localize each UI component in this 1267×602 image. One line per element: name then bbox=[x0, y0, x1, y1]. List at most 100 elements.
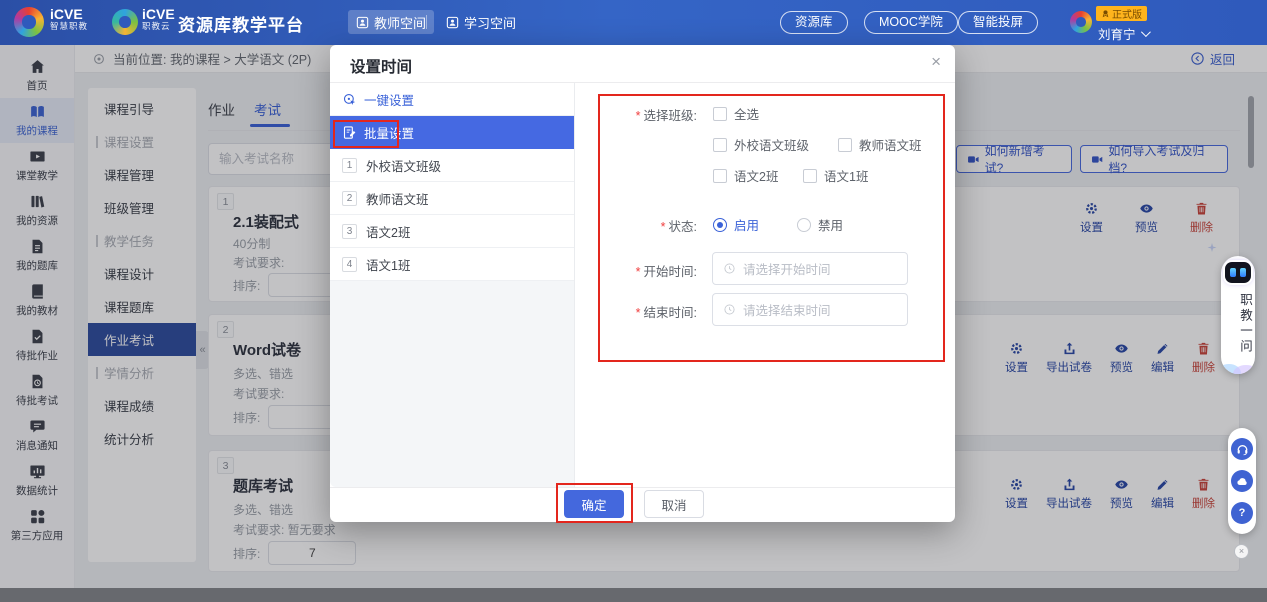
label-text: 结束时间: bbox=[644, 306, 697, 320]
nav-label: 语文2班 bbox=[366, 222, 410, 241]
brand-name: iCVE bbox=[50, 7, 88, 22]
nav-student-space[interactable]: 学习空间 bbox=[438, 10, 524, 34]
end-time-label: *结束时间: bbox=[636, 302, 697, 321]
nav-class-yuwen2[interactable]: 3 语文2班 bbox=[330, 215, 574, 248]
class-number-badge: 4 bbox=[342, 257, 357, 272]
brand-sub: 职教云 bbox=[142, 22, 175, 31]
label-text: 选择班级: bbox=[644, 109, 697, 123]
select-class-label: *选择班级: bbox=[636, 105, 697, 124]
help-question-button[interactable]: ? bbox=[1231, 502, 1253, 524]
zhijiaoyun-logo bbox=[112, 9, 138, 35]
checkbox-icon bbox=[803, 169, 817, 183]
radio-label: 禁用 bbox=[818, 215, 843, 234]
teacher-space-icon bbox=[356, 16, 369, 29]
class-number-badge: 3 bbox=[342, 224, 357, 239]
class-number-badge: 1 bbox=[342, 158, 357, 173]
version-badge: 正式版 bbox=[1096, 6, 1147, 21]
checkbox-label: 全选 bbox=[734, 104, 759, 123]
nav-class-waixiao[interactable]: 1 外校语文班级 bbox=[330, 149, 574, 182]
end-time-placeholder: 请选择结束时间 bbox=[743, 300, 831, 319]
required-mark: * bbox=[661, 220, 666, 234]
cloud-download-button[interactable] bbox=[1231, 470, 1253, 492]
required-mark: * bbox=[636, 265, 641, 279]
batch-setting-icon bbox=[342, 125, 357, 140]
end-time-input[interactable]: 请选择结束时间 bbox=[712, 293, 908, 326]
start-time-label: *开始时间: bbox=[636, 261, 697, 280]
nav-label: 批量设置 bbox=[364, 123, 414, 142]
one-click-setting-icon bbox=[342, 92, 357, 107]
top-header: iCVE 智慧职教 iCVE 职教云 资源库教学平台 教师空间 学习空间 资源库… bbox=[0, 0, 1267, 45]
nav-class-yuwen1[interactable]: 4 语文1班 bbox=[330, 248, 574, 281]
class-number-badge: 2 bbox=[342, 191, 357, 206]
student-space-icon bbox=[446, 16, 459, 29]
nav-label: 语文1班 bbox=[366, 255, 410, 274]
checkbox-label: 语文2班 bbox=[734, 166, 778, 185]
checkbox-label: 语文1班 bbox=[824, 166, 868, 185]
checkbox-class-yuwen1[interactable]: 语文1班 bbox=[803, 166, 868, 185]
assistant-label: 职教一问 bbox=[1221, 288, 1255, 360]
nav-batch-setting[interactable]: 批量设置 bbox=[330, 116, 574, 149]
brand-sub: 智慧职教 bbox=[50, 22, 88, 31]
close-icon[interactable]: × bbox=[931, 53, 941, 70]
radio-status-disabled[interactable]: 禁用 bbox=[797, 215, 843, 234]
checkbox-icon bbox=[838, 138, 852, 152]
floating-close-button[interactable]: × bbox=[1234, 544, 1249, 559]
app-title: 资源库教学平台 bbox=[178, 11, 304, 36]
nav-label: 外校语文班级 bbox=[366, 156, 441, 175]
start-time-placeholder: 请选择开始时间 bbox=[743, 259, 831, 278]
support-headset-button[interactable] bbox=[1231, 438, 1253, 460]
status-label: *状态: bbox=[661, 216, 697, 235]
user-menu[interactable]: 刘育宁 bbox=[1098, 24, 1148, 43]
mooc-college-button[interactable]: MOOC学院 bbox=[864, 11, 958, 34]
radio-icon bbox=[797, 218, 811, 232]
checkbox-class-jiaoshi[interactable]: 教师语文班 bbox=[838, 135, 922, 154]
mini-logo-icon[interactable] bbox=[1070, 11, 1092, 33]
required-mark: * bbox=[636, 109, 641, 123]
radio-icon bbox=[713, 218, 727, 232]
resource-library-button[interactable]: 资源库 bbox=[780, 11, 848, 34]
caret-down-icon bbox=[1140, 27, 1150, 37]
checkbox-label: 外校语文班级 bbox=[734, 135, 809, 154]
nav-teacher-space[interactable]: 教师空间 bbox=[348, 10, 434, 34]
nav-divider bbox=[426, 15, 427, 29]
radio-status-enabled[interactable]: 启用 bbox=[713, 215, 759, 234]
floating-toolbar: ? bbox=[1228, 428, 1256, 534]
nav-class-jiaoshi[interactable]: 2 教师语文班 bbox=[330, 182, 574, 215]
label-text: 开始时间: bbox=[644, 265, 697, 279]
brand-zhijiaoyun: iCVE 职教云 bbox=[142, 7, 175, 31]
nav-student-label: 学习空间 bbox=[464, 13, 516, 32]
brand-zhihuizhijiao: iCVE 智慧职教 bbox=[50, 7, 88, 31]
medal-icon bbox=[1101, 9, 1110, 18]
nav-label: 一键设置 bbox=[364, 90, 414, 109]
robot-eye bbox=[1230, 268, 1236, 277]
cancel-button[interactable]: 取消 bbox=[644, 490, 704, 518]
clock-icon bbox=[723, 262, 736, 275]
app-window: iCVE 智慧职教 iCVE 职教云 资源库教学平台 教师空间 学习空间 资源库… bbox=[0, 0, 1267, 602]
checkbox-class-yuwen2[interactable]: 语文2班 bbox=[713, 166, 778, 185]
version-badge-label: 正式版 bbox=[1112, 6, 1142, 21]
confirm-button[interactable]: 确定 bbox=[564, 490, 624, 518]
robot-icon bbox=[1225, 262, 1251, 283]
radio-label: 启用 bbox=[734, 215, 759, 234]
nav-teacher-label: 教师空间 bbox=[374, 13, 426, 32]
checkbox-select-all[interactable]: 全选 bbox=[713, 104, 759, 123]
assistant-widget[interactable]: 职教一问 bbox=[1221, 256, 1255, 374]
nav-one-click-setting[interactable]: 一键设置 bbox=[330, 83, 574, 116]
checkbox-icon bbox=[713, 169, 727, 183]
dialog-footer: 确定 取消 bbox=[330, 487, 955, 522]
username: 刘育宁 bbox=[1098, 24, 1136, 43]
start-time-input[interactable]: 请选择开始时间 bbox=[712, 252, 908, 285]
set-time-dialog: 设置时间 × 一键设置 批量设置 1 外校语文班级 2 教师语文班 3 语文 bbox=[330, 45, 955, 522]
dialog-title: 设置时间 bbox=[350, 55, 412, 77]
robot-eye bbox=[1240, 268, 1246, 277]
label-text: 状态: bbox=[669, 220, 697, 234]
checkbox-label: 教师语文班 bbox=[859, 135, 922, 154]
wave-decoration bbox=[1221, 361, 1255, 374]
dialog-side-nav: 一键设置 批量设置 1 外校语文班级 2 教师语文班 3 语文2班 4 语文1班 bbox=[330, 83, 575, 487]
checkbox-icon bbox=[713, 107, 727, 121]
dialog-header: 设置时间 × bbox=[330, 45, 955, 83]
brand-name: iCVE bbox=[142, 7, 175, 22]
smart-cast-button[interactable]: 智能投屏 bbox=[958, 11, 1038, 34]
checkbox-class-waixiao[interactable]: 外校语文班级 bbox=[713, 135, 809, 154]
nav-label: 教师语文班 bbox=[366, 189, 429, 208]
